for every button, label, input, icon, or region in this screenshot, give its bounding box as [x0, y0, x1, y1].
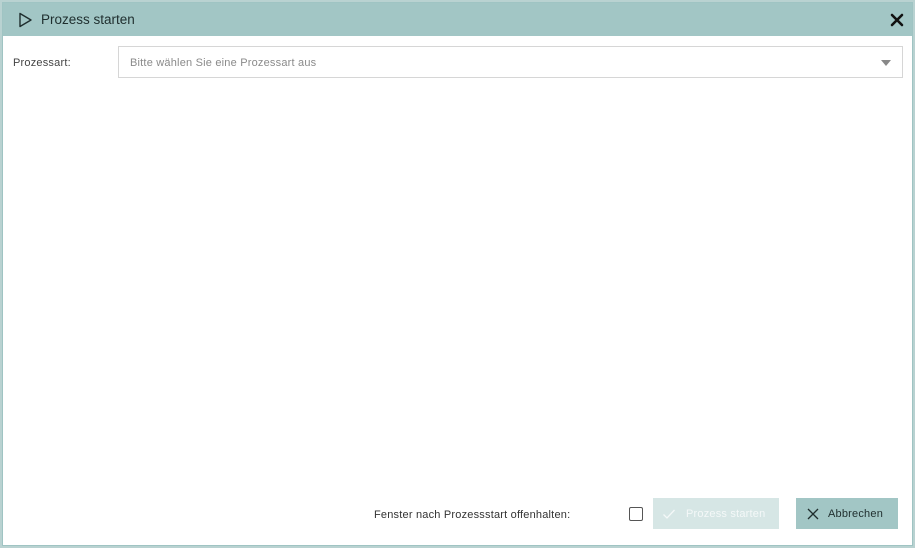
dialog-titlebar[interactable]: Prozess starten: [3, 3, 912, 36]
start-process-button-label: Prozess starten: [686, 507, 766, 520]
process-type-placeholder: Bitte wählen Sie eine Prozessart aus: [130, 57, 317, 69]
cancel-button[interactable]: Abbrechen: [796, 498, 898, 529]
keep-open-label: Fenster nach Prozessstart offenhalten:: [374, 509, 571, 521]
start-process-dialog: Prozess starten Prozessart: Bitte wählen…: [2, 2, 913, 546]
dialog-title: Prozess starten: [41, 12, 135, 27]
play-outline-icon: [19, 12, 32, 28]
x-icon: [807, 508, 819, 519]
cancel-button-label: Abbrechen: [828, 507, 884, 520]
caret-down-icon: [881, 60, 891, 66]
keep-open-checkbox[interactable]: [629, 507, 643, 521]
start-process-button[interactable]: Prozess starten: [653, 498, 779, 529]
check-icon: [663, 509, 675, 519]
process-type-select[interactable]: Bitte wählen Sie eine Prozessart aus: [118, 46, 903, 78]
process-type-label: Prozessart:: [13, 57, 71, 69]
close-icon[interactable]: [888, 11, 906, 29]
